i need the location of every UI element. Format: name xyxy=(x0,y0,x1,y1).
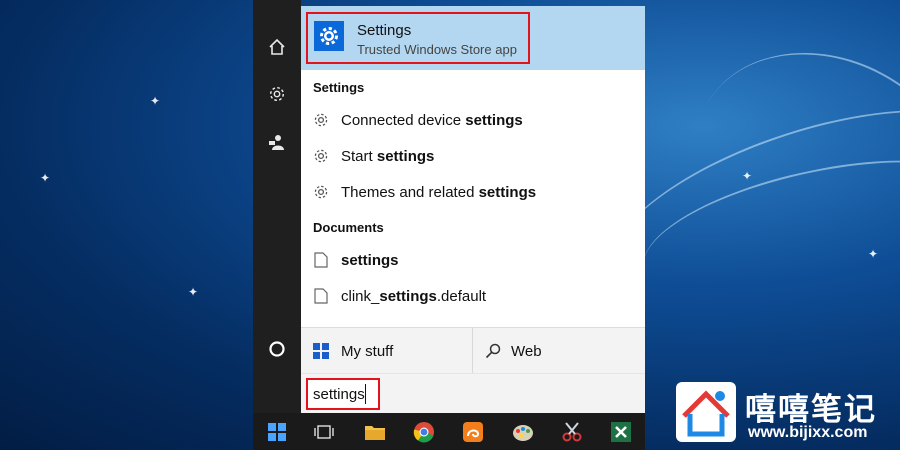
taskbar xyxy=(253,413,645,450)
document-icon xyxy=(313,288,329,304)
chrome-icon xyxy=(413,422,434,443)
result-themes-settings[interactable]: Themes and related settings xyxy=(313,177,536,207)
search-icon xyxy=(485,343,501,359)
paint-palette-icon xyxy=(513,425,533,441)
result-text: Themes and related settings xyxy=(341,183,537,201)
start-rail xyxy=(253,0,301,413)
search-results-panel: Settings Trusted Windows Store app Setti… xyxy=(301,6,645,414)
excel-button[interactable] xyxy=(605,416,637,448)
search-input[interactable] xyxy=(308,385,365,403)
result-connected-device-settings[interactable]: Connected device settings xyxy=(313,105,523,135)
cortana-icon xyxy=(269,341,285,357)
search-highlight-box xyxy=(306,378,380,410)
paint-button[interactable] xyxy=(507,416,539,448)
gear-icon xyxy=(269,86,285,102)
wallpaper-sparkle: ✦ xyxy=(150,94,161,108)
wallpaper-sparkle: ✦ xyxy=(742,169,753,183)
settings-section-header: Settings xyxy=(313,80,365,95)
result-text: Start settings xyxy=(341,147,435,165)
my-stuff-label: My stuff xyxy=(341,342,394,360)
home-button[interactable] xyxy=(253,27,301,67)
wallpaper-sparkle: ✦ xyxy=(188,285,199,299)
text-caret xyxy=(365,384,366,404)
result-text: settings xyxy=(341,251,399,269)
settings-app-tile xyxy=(314,21,344,51)
web-label: Web xyxy=(511,342,542,360)
settings-button[interactable] xyxy=(253,74,301,114)
brand-name: 嘻嘻笔记 xyxy=(745,392,877,428)
document-icon xyxy=(313,252,329,268)
brand-logo xyxy=(676,382,736,442)
cortana-button[interactable] xyxy=(253,329,301,369)
best-match-result[interactable]: Settings Trusted Windows Store app xyxy=(301,6,645,70)
task-view-icon xyxy=(314,425,334,439)
windows-icon xyxy=(268,423,286,441)
result-text: Connected device settings xyxy=(341,111,523,129)
uc-browser-button[interactable] xyxy=(457,416,489,448)
task-view-button[interactable] xyxy=(308,416,340,448)
gear-icon xyxy=(313,184,329,200)
result-settings-document[interactable]: settings xyxy=(313,245,399,275)
excel-icon xyxy=(611,422,631,442)
folder-icon xyxy=(365,426,385,440)
best-match-subtitle: Trusted Windows Store app xyxy=(357,42,517,57)
web-button[interactable]: Web xyxy=(485,328,542,374)
wallpaper-sparkle: ✦ xyxy=(868,247,879,261)
divider xyxy=(472,328,473,374)
file-explorer-button[interactable] xyxy=(359,416,391,448)
scissors-icon xyxy=(562,422,582,442)
start-button[interactable] xyxy=(261,416,293,448)
snipping-tool-button[interactable] xyxy=(556,416,588,448)
chrome-button[interactable] xyxy=(408,416,440,448)
uc-browser-icon xyxy=(463,422,483,442)
home-icon xyxy=(269,38,285,55)
result-start-settings[interactable]: Start settings xyxy=(313,141,434,171)
scope-bar: My stuff Web xyxy=(301,327,645,374)
brand-url: www.bijixx.com xyxy=(748,424,868,441)
feedback-icon xyxy=(269,135,284,150)
windows-icon xyxy=(313,343,329,359)
gear-icon xyxy=(313,112,329,128)
best-match-title: Settings xyxy=(357,22,412,39)
gear-icon xyxy=(320,27,338,45)
feedback-button[interactable] xyxy=(253,122,301,162)
house-logo-icon xyxy=(682,390,730,437)
result-clink-settings-default[interactable]: clink_settings.default xyxy=(313,281,486,311)
wallpaper-sparkle: ✦ xyxy=(40,171,51,185)
my-stuff-button[interactable]: My stuff xyxy=(313,328,393,374)
gear-icon xyxy=(313,148,329,164)
search-bar xyxy=(301,373,645,414)
documents-section-header: Documents xyxy=(313,220,384,235)
result-text: clink_settings.default xyxy=(341,287,487,305)
